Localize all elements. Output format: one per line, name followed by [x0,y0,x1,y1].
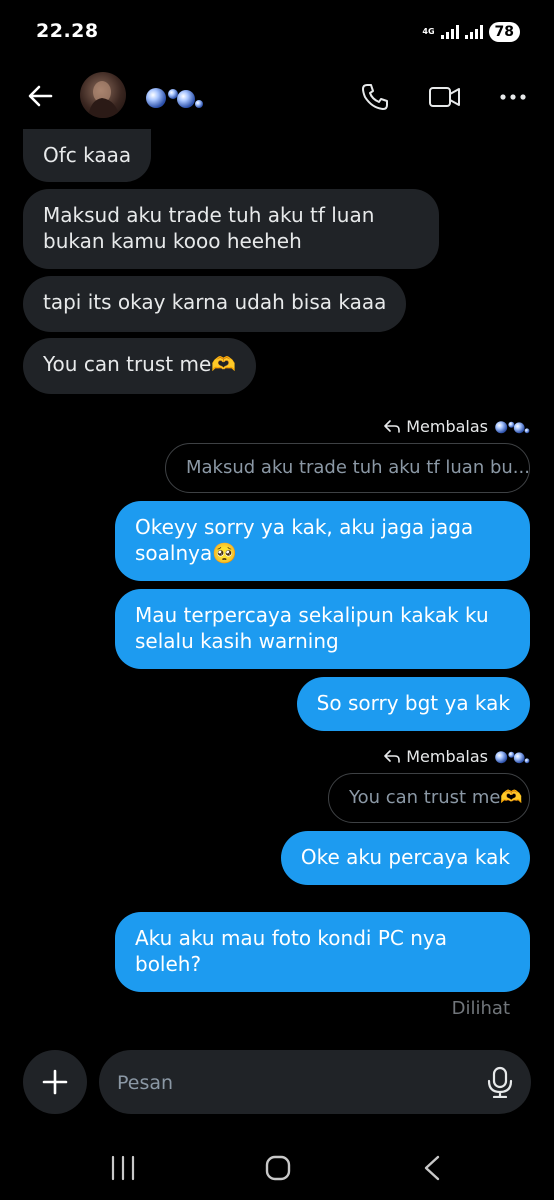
outgoing-message[interactable]: Oke aku percaya kak [280,831,530,885]
battery-level: 78 [488,22,520,42]
bubbles-emoji-icon [495,421,530,434]
message-text-line: Okeyy sorry ya kak, aku jaga jaga [135,515,474,539]
outgoing-message[interactable]: Aku aku mau foto kondi PC nya boleh? [115,912,530,992]
reply-label: Membalas [384,416,530,436]
reply-label-text: Membalas [406,746,488,766]
quoted-message-text: You can trust me🫶 [349,787,523,808]
microphone-icon[interactable] [485,1066,515,1098]
quoted-message[interactable]: You can trust me🫶 [328,773,530,823]
message-text-line: selalu kasih warning [135,629,339,653]
avatar[interactable] [80,72,126,118]
incoming-message[interactable]: Maksud aku trade tuh aku tf luan bukan k… [23,189,439,269]
status-bar: 22.28 4G 78 [0,0,554,62]
message-text-line: boleh? [135,952,202,976]
quoted-message-text: Maksud aku trade tuh aku tf luan bu... [186,457,530,478]
message-text-line: Mau terpercaya sekalipun kakak ku [135,603,489,627]
plus-icon [42,1069,68,1095]
system-nav-bar [0,1136,554,1200]
chat-header [0,66,554,126]
video-camera-icon[interactable] [428,82,462,112]
message-text: So sorry bgt ya kak [316,691,510,715]
reply-label-text: Membalas [406,416,488,436]
seen-status: Dilihat [451,998,510,1019]
incoming-message[interactable]: tapi its okay karna udah bisa kaaa [23,276,407,332]
message-text-line: Aku aku mau foto kondi PC nya [135,926,447,950]
bubbles-emoji-icon[interactable] [144,80,204,112]
outgoing-message[interactable]: Mau terpercaya sekalipun kakak ku selalu… [115,589,530,669]
signal-icon [440,25,459,39]
reply-arrow-icon [384,420,401,433]
signal-icon-2 [464,25,483,39]
quoted-message[interactable]: Maksud aku trade tuh aku tf luan bu... [165,443,530,493]
status-icons: 4G 78 [422,20,520,44]
message-text: You can trust me🫶 [43,352,237,376]
message-text-line: bukan kamu kooo heeheh [43,229,302,253]
message-text: tapi its okay karna udah bisa kaaa [43,290,387,314]
add-attachment-button[interactable] [23,1050,87,1114]
message-text-line: Maksud aku trade tuh aku tf luan [43,203,375,227]
phone-icon[interactable] [360,82,390,112]
message-text: Ofc kaaa [43,143,132,167]
bubbles-emoji-icon [495,751,530,764]
incoming-message[interactable]: You can trust me🫶 [23,338,257,394]
home-icon[interactable] [264,1154,292,1182]
message-input[interactable] [115,1062,479,1104]
outgoing-message[interactable]: Okeyy sorry ya kak, aku jaga jaga soalny… [115,501,530,581]
reply-arrow-icon [384,750,401,763]
outgoing-message[interactable]: So sorry bgt ya kak [296,677,530,731]
network-type: 4G [422,27,435,36]
recent-apps-icon[interactable] [108,1154,138,1182]
back-chevron-icon[interactable] [420,1154,444,1182]
more-dots-icon[interactable] [498,84,528,110]
arrow-left-icon[interactable] [26,82,54,110]
message-text: Oke aku percaya kak [300,845,510,869]
avatar-photo [88,81,120,118]
incoming-message[interactable]: Ofc kaaa [23,129,152,182]
status-time: 22.28 [36,20,99,42]
reply-label: Membalas [384,746,530,766]
message-composer [99,1050,531,1114]
message-text-line: soalnya🥺 [135,541,238,565]
